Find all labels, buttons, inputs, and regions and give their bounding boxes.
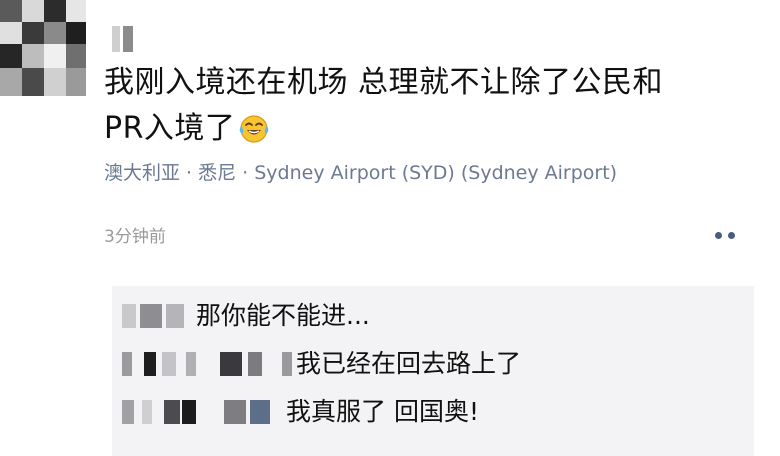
avatar[interactable] [0,0,86,96]
commenter-name-blurred[interactable] [122,400,272,424]
avatar-mosaic-tile [66,68,86,96]
dot-icon [728,231,735,239]
avatar-mosaic-tile [66,22,86,44]
post-text-line1: 我刚入境还在机场 总理就不让除了公民和 [104,65,664,100]
poster-nickname-blurred[interactable] [112,26,134,52]
avatar-mosaic-tile [22,68,44,96]
avatar-mosaic-tile [0,22,22,44]
avatar-mosaic-tile [44,44,66,68]
comment-item[interactable]: 那你能不能进... [112,296,754,336]
post-timestamp: 3分钟前 [104,227,166,247]
avatar-mosaic-tile [22,0,44,22]
avatar-mosaic-tile [22,22,44,44]
avatar-mosaic-tile [0,44,22,68]
avatar-mosaic-tile [44,0,66,22]
dot-icon [715,231,722,239]
post-location[interactable]: 澳大利亚 · 悉尼 · Sydney Airport (SYD) (Sydney… [104,158,617,185]
avatar-mosaic-tile [0,0,22,22]
avatar-mosaic-tile [44,68,66,96]
avatar-mosaic-tile [0,68,22,96]
comment-text: 我已经在回去路上了 [296,349,522,378]
comment-text: 那你能不能进... [196,301,370,330]
comments-panel: 那你能不能进... 我已经在回去路上了 我真服了 回国奥! [112,286,754,456]
avatar-mosaic-tile [66,44,86,68]
avatar-mosaic-tile [44,22,66,44]
avatar-mosaic-tile [66,0,86,22]
commenter-name-blurred[interactable] [122,304,188,328]
comment-item[interactable]: 我真服了 回国奥! [112,392,754,432]
post-text: 我刚入境还在机场 总理就不让除了公民和 PR入境了 [104,60,744,152]
post-text-line2: PR入境了 [104,111,236,146]
face-with-tears-of-joy-icon [237,112,271,144]
comment-text: 我真服了 回国奥! [286,397,479,426]
comment-item[interactable]: 我已经在回去路上了 [112,344,754,384]
commenter-name-blurred[interactable] [122,352,294,376]
avatar-mosaic-tile [22,44,44,68]
more-options-button[interactable] [708,224,742,246]
